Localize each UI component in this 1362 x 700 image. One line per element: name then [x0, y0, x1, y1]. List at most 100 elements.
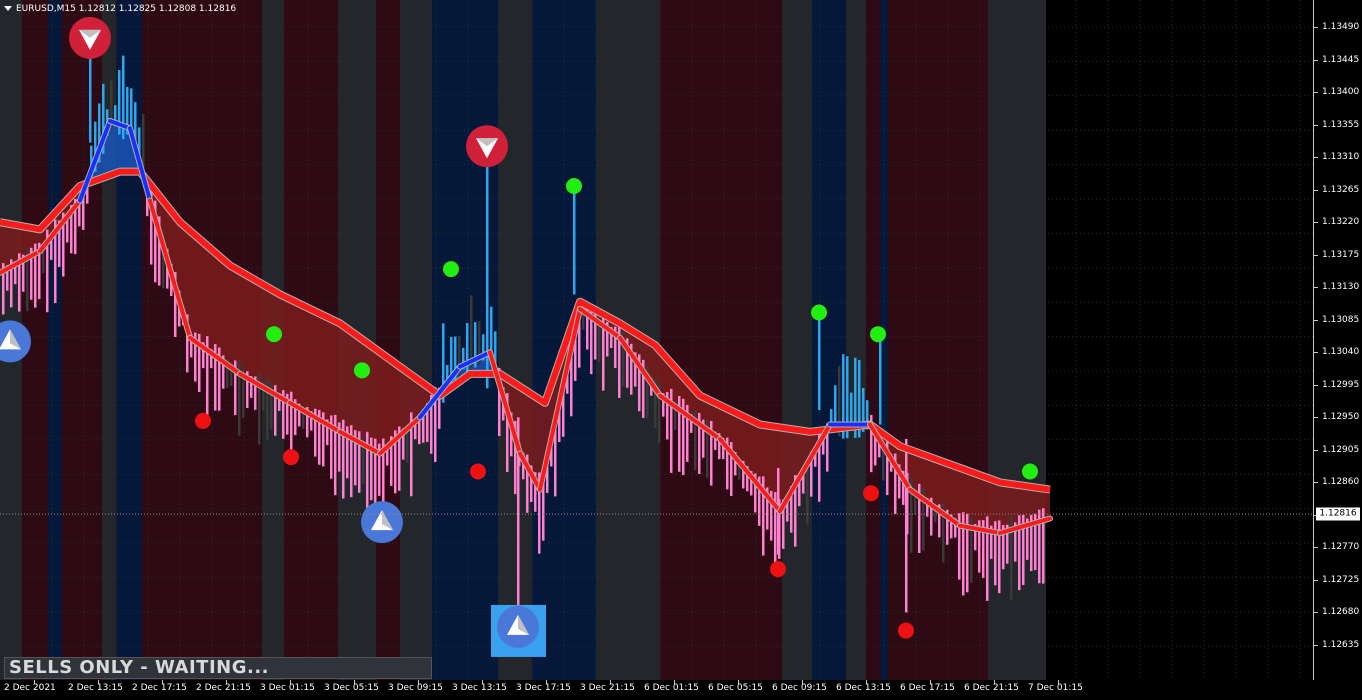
price-tick	[1314, 482, 1318, 484]
price-tick	[1314, 92, 1318, 94]
band-fill	[228, 263, 231, 366]
band-fill	[975, 473, 978, 529]
band-fill	[177, 218, 180, 294]
zone	[888, 0, 988, 680]
band-fill	[363, 339, 366, 445]
chart-window[interactable]: EURUSD,M15 1.12812 1.12825 1.12808 1.128…	[0, 0, 1362, 700]
time-tick-label: 2 Dec 2021	[4, 683, 56, 693]
band-fill	[300, 304, 303, 410]
band-fill	[348, 329, 351, 437]
band-fill	[990, 478, 993, 532]
price-tick	[1314, 319, 1318, 321]
wick-bar	[573, 193, 576, 295]
price-tick-label: 1.13265	[1322, 184, 1360, 195]
band-fill	[243, 273, 246, 377]
time-tick-label: 2 Dec 13:15	[68, 683, 123, 693]
band-fill	[204, 242, 207, 349]
band-fill	[384, 355, 387, 451]
time-tick-label: 6 Dec 17:15	[900, 683, 955, 693]
red-dot	[863, 485, 879, 502]
wick-bar	[905, 439, 908, 613]
price-tick-label: 1.13445	[1322, 54, 1360, 65]
price-tick-label: 1.13130	[1322, 282, 1360, 293]
price-tick	[1314, 59, 1318, 61]
price-tick-label: 1.12635	[1322, 640, 1360, 650]
green-dot	[266, 326, 282, 343]
time-tick-label: 3 Dec 09:15	[388, 683, 443, 693]
band-fill	[324, 315, 327, 424]
band-fill	[369, 344, 372, 448]
time-tick-label: 6 Dec 09:15	[772, 683, 827, 693]
symbol-header[interactable]: EURUSD,M15 1.12812 1.12825 1.12808 1.128…	[4, 4, 236, 14]
price-tick	[1314, 547, 1318, 549]
band-fill	[927, 455, 930, 503]
price-tick	[1314, 254, 1318, 256]
price-tick-label: 1.12725	[1322, 574, 1360, 585]
band-fill	[282, 295, 285, 399]
band-fill	[294, 301, 297, 406]
band-fill	[783, 427, 786, 507]
price-tick	[1314, 449, 1318, 451]
band-fill	[372, 346, 375, 450]
band-fill	[414, 376, 417, 424]
band-fill	[735, 412, 738, 458]
time-tick-label: 3 Dec 17:15	[516, 683, 571, 693]
band-fill	[366, 342, 369, 447]
band-fill	[330, 318, 333, 427]
band-fill	[753, 421, 756, 480]
band-fill	[954, 465, 957, 522]
price-tick-label: 1.13310	[1322, 152, 1360, 163]
band-fill	[222, 258, 225, 362]
price-tick-label: 1.12680	[1322, 607, 1360, 618]
band-fill	[939, 460, 942, 512]
price-tick-label: 1.13040	[1322, 347, 1360, 358]
zone	[62, 0, 102, 680]
band-fill	[915, 451, 918, 494]
time-tick-label: 7 Dec 01:15	[1028, 683, 1083, 693]
band-fill	[1047, 489, 1050, 520]
dropdown-triangle-icon[interactable]	[4, 6, 12, 11]
band-fill	[195, 235, 198, 342]
green-dot	[354, 362, 370, 379]
band-fill	[258, 281, 261, 385]
band-fill	[750, 419, 753, 476]
red-dot	[283, 449, 299, 466]
band-fill	[378, 350, 381, 453]
band-fill	[381, 352, 384, 454]
time-tick-label: 6 Dec 13:15	[836, 683, 891, 693]
band-fill	[210, 248, 213, 353]
price-chart[interactable]	[0, 0, 1314, 680]
time-tick-label: 3 Dec 13:15	[452, 683, 507, 693]
band-fill	[186, 227, 189, 325]
band-fill	[393, 361, 396, 443]
band-fill	[279, 293, 282, 397]
band-fill	[339, 322, 342, 432]
band-fill	[1005, 483, 1008, 533]
band-fill	[534, 395, 537, 480]
zone	[988, 0, 1046, 680]
price-tick	[1314, 579, 1318, 581]
price-axis[interactable]: 1.13490 1.13445 1.13400 1.13355 1.13310 1.132…	[1314, 0, 1362, 680]
band-fill	[951, 464, 954, 520]
wick-bar	[879, 337, 882, 425]
band-fill	[360, 337, 363, 444]
band-fill	[342, 324, 345, 434]
band-fill	[930, 457, 933, 505]
price-tick	[1314, 27, 1318, 28]
zone	[400, 0, 432, 680]
price-tick-label: 1.12860	[1322, 477, 1360, 488]
band-fill	[747, 418, 750, 473]
price-tick-label: 1.13220	[1322, 217, 1360, 228]
band-fill	[111, 121, 114, 176]
band-fill	[933, 458, 936, 507]
zone	[846, 0, 866, 680]
band-fill	[183, 224, 186, 315]
band-fill	[237, 269, 240, 373]
time-axis[interactable]: 2 Dec 2021 2 Dec 13:15 2 Dec 17:15 2 Dec 21…	[0, 680, 1314, 700]
price-tick-label: 1.13355	[1322, 119, 1360, 130]
band-fill	[537, 397, 540, 485]
price-tick	[1314, 384, 1318, 386]
band-fill	[786, 428, 789, 502]
price-tick	[1314, 352, 1318, 354]
band-fill	[345, 326, 348, 435]
